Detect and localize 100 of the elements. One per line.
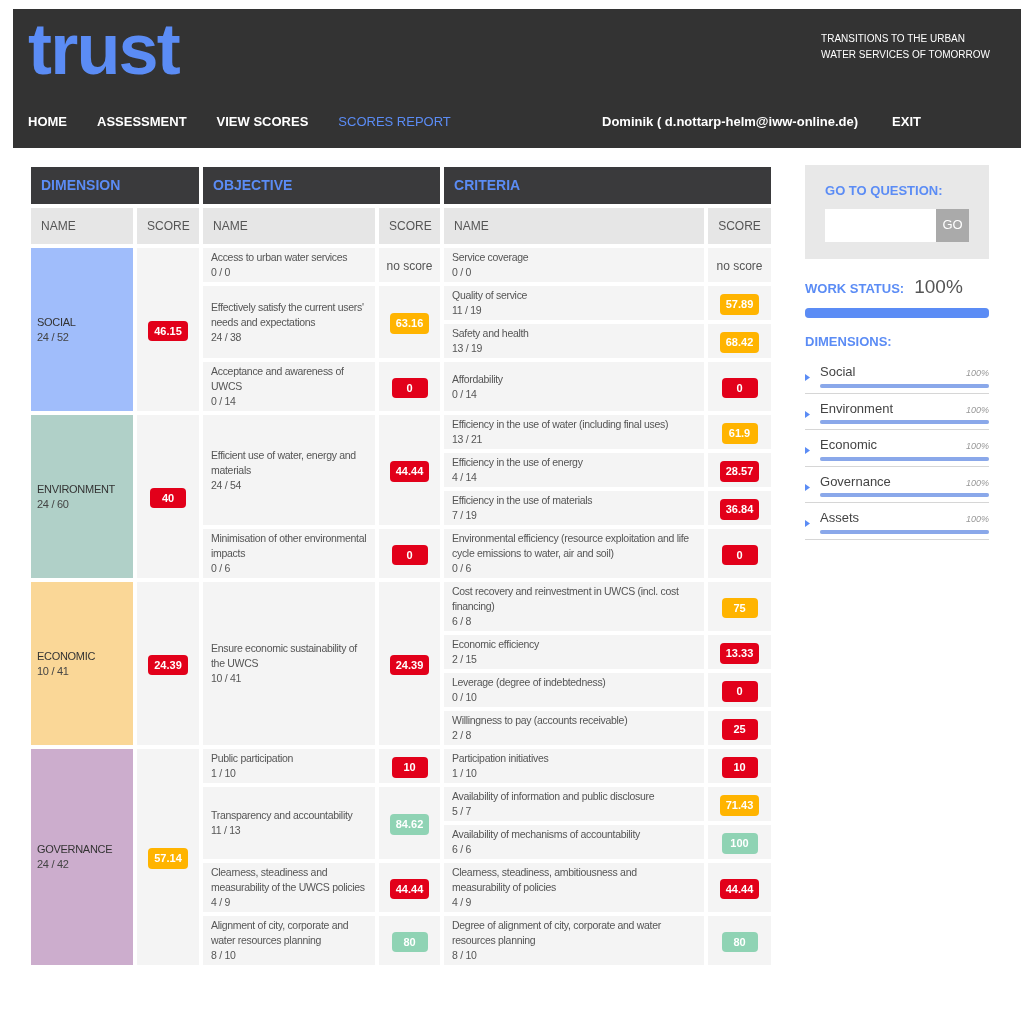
objective-ratio: 0 / 14 bbox=[211, 394, 237, 409]
objective-name: Transparency and accountability bbox=[211, 808, 354, 823]
score-badge: 0 bbox=[721, 681, 758, 702]
criterion-name: Clearness, steadiness, ambitiousness and measurability of policies bbox=[452, 865, 638, 895]
criterion-name: Service coverage bbox=[452, 250, 530, 265]
score-badge: 44.44 bbox=[389, 461, 430, 482]
objective-ratio: 24 / 54 bbox=[211, 477, 242, 493]
score-badge: 80 bbox=[721, 931, 758, 952]
criterion-ratio: 4 / 14 bbox=[452, 470, 478, 485]
score-badge: 10 bbox=[721, 757, 758, 778]
criterion-ratio: 2 / 8 bbox=[452, 728, 472, 743]
criterion-ratio: 8 / 10 bbox=[452, 948, 478, 963]
dimension-ratio: 24 / 52 bbox=[37, 329, 70, 345]
user-account[interactable]: Dominik ( d.nottarp-helm@iww-online.de) bbox=[602, 112, 859, 132]
criterion-name: Safety and health bbox=[452, 326, 530, 341]
triangle-icon bbox=[805, 374, 810, 382]
criterion-ratio: 2 / 15 bbox=[452, 652, 478, 667]
dimension-link[interactable]: Environment bbox=[820, 398, 893, 418]
triangle-icon bbox=[805, 483, 810, 491]
criterion-name: Leverage (degree of indebtedness) bbox=[452, 675, 607, 690]
dimension-ratio: 24 / 60 bbox=[37, 496, 70, 512]
score-badge: 25 bbox=[721, 719, 758, 740]
criterion-ratio: 11 / 19 bbox=[452, 303, 483, 318]
column-header: NAME bbox=[203, 208, 375, 244]
dimension-ratio: 24 / 42 bbox=[37, 857, 70, 872]
nav-tab[interactable]: SCORES REPORT bbox=[338, 112, 451, 132]
column-header: SCORE bbox=[708, 208, 771, 244]
objective-ratio: 4 / 9 bbox=[211, 895, 231, 910]
score-badge: 13.33 bbox=[719, 643, 760, 664]
criterion-name: Quality of service bbox=[452, 288, 529, 303]
work-status-value: 100% bbox=[914, 275, 963, 299]
score-badge: 24.39 bbox=[148, 654, 188, 675]
criterion-name: Affordability bbox=[452, 371, 504, 387]
score-badge: 80 bbox=[391, 931, 428, 952]
goto-title: GO TO QUESTION: bbox=[825, 182, 944, 200]
nav-tab[interactable]: ASSESSMENT bbox=[97, 112, 187, 132]
score-badge: 84.62 bbox=[389, 814, 430, 835]
work-status-label: WORK STATUS: bbox=[805, 280, 905, 298]
score-badge: 57.89 bbox=[719, 294, 760, 315]
column-header: SCORE bbox=[379, 208, 440, 244]
criterion-ratio: 5 / 7 bbox=[452, 804, 472, 819]
score-badge: 40 bbox=[150, 487, 186, 508]
criterion-ratio: 4 / 9 bbox=[452, 895, 472, 910]
dimension-link[interactable]: Social bbox=[820, 362, 856, 382]
column-header: NAME bbox=[444, 208, 704, 244]
dimension-link[interactable]: Governance bbox=[820, 471, 891, 491]
no-score-text: no score bbox=[716, 259, 763, 273]
objective-ratio: 8 / 10 bbox=[211, 948, 237, 963]
triangle-icon bbox=[805, 410, 810, 418]
criterion-name: Efficiency in the use of materials bbox=[452, 493, 594, 508]
triangle-icon bbox=[805, 447, 810, 455]
objective-name: Effectively satisfy the current users' needs and expectations bbox=[211, 299, 365, 330]
score-badge: 63.16 bbox=[389, 313, 430, 334]
criterion-name: Degree of alignment of city, corporate and water resources planning bbox=[452, 918, 662, 948]
column-header: NAME bbox=[31, 208, 133, 244]
criterion-ratio: 0 / 10 bbox=[452, 690, 478, 705]
score-badge: 0 bbox=[721, 544, 758, 565]
criterion-ratio: 0 / 14 bbox=[452, 386, 478, 402]
criterion-ratio: 13 / 19 bbox=[452, 341, 484, 356]
dimension-percent: 100% bbox=[966, 367, 989, 380]
objective-name: Alignment of city, corporate and water resources planning bbox=[211, 918, 350, 948]
score-badge: 0 bbox=[391, 544, 428, 565]
objective-ratio: 0 / 6 bbox=[211, 561, 231, 576]
exit-link[interactable]: EXIT bbox=[892, 112, 921, 132]
dimension-name: ENVIRONMENT bbox=[37, 481, 115, 497]
tagline-text: TRANSITIONS TO THE URBAN bbox=[821, 32, 966, 46]
criterion-ratio: 1 / 10 bbox=[452, 766, 478, 781]
criterion-name: Participation initiatives bbox=[452, 751, 550, 766]
group-header: OBJECTIVE bbox=[203, 167, 440, 204]
group-header: CRITERIA bbox=[444, 167, 771, 204]
logo[interactable]: trust bbox=[28, 13, 179, 85]
question-field[interactable] bbox=[825, 208, 936, 242]
objective-ratio: 1 / 10 bbox=[211, 766, 237, 781]
score-badge: 57.14 bbox=[148, 848, 188, 869]
score-badge: 100 bbox=[721, 833, 758, 854]
criterion-name: Availability of mechanisms of accountability bbox=[452, 827, 641, 842]
criterion-name: Efficiency in the use of water (including final uses) bbox=[452, 417, 670, 432]
score-badge: 28.57 bbox=[719, 461, 760, 482]
dimension-ratio: 10 / 41 bbox=[37, 663, 70, 679]
criterion-ratio: 13 / 21 bbox=[452, 432, 484, 447]
tagline-text: WATER SERVICES OF TOMORROW bbox=[821, 48, 990, 62]
triangle-icon bbox=[805, 520, 810, 528]
objective-ratio: 10 / 41 bbox=[211, 671, 242, 686]
score-badge: 44.44 bbox=[389, 878, 430, 899]
objective-ratio: 0 / 0 bbox=[211, 265, 231, 280]
nav-tab[interactable]: VIEW SCORES bbox=[216, 112, 309, 132]
score-badge: 75 bbox=[721, 597, 758, 618]
dimension-link[interactable]: Assets bbox=[820, 508, 860, 528]
nav-tab[interactable]: HOME bbox=[28, 112, 67, 132]
score-badge: 0 bbox=[391, 377, 428, 398]
criterion-ratio: 6 / 8 bbox=[452, 614, 472, 629]
score-badge: 68.42 bbox=[719, 332, 760, 353]
objective-name: Clearness, steadiness and measurability of the UWCS policies bbox=[211, 865, 366, 895]
dimension-percent: 100% bbox=[966, 476, 989, 490]
criterion-name: Economic efficiency bbox=[452, 637, 540, 652]
criterion-ratio: 0 / 0 bbox=[452, 265, 472, 280]
dimension-link[interactable]: Economic bbox=[820, 435, 878, 455]
objective-name: Ensure economic sustainability of the UWCS bbox=[211, 641, 358, 671]
dimension-percent: 100% bbox=[966, 440, 989, 453]
score-badge: 46.15 bbox=[148, 320, 188, 341]
